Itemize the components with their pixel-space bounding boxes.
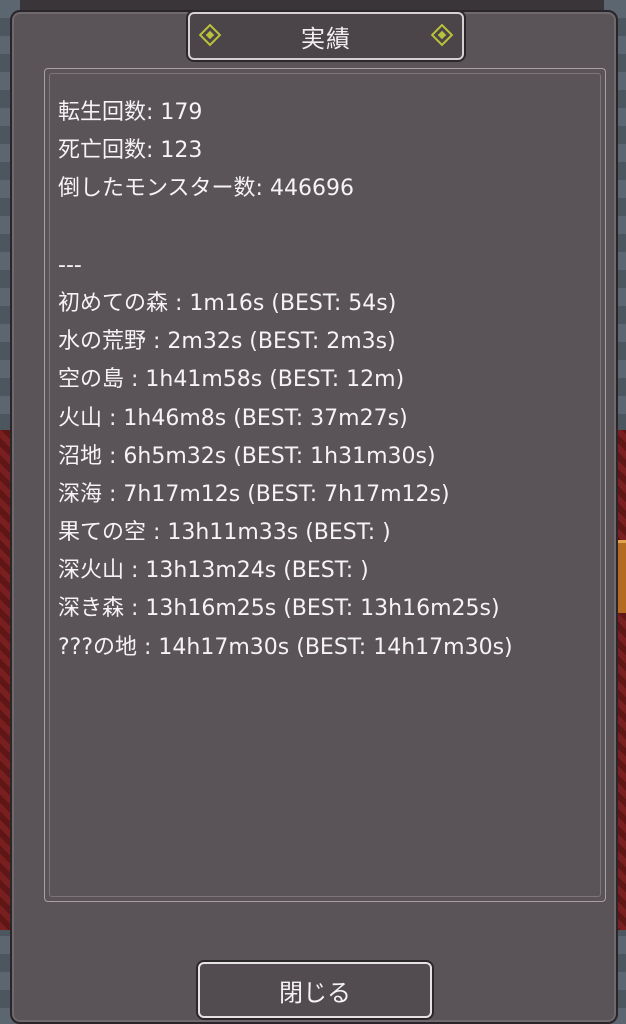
diamond-ornament-icon: [198, 23, 222, 47]
area-time-row: 沼地 : 6h5m32s (BEST: 1h31m30s): [58, 443, 436, 469]
area-time-row: 深火山 : 13h13m24s (BEST: ): [58, 558, 369, 584]
area-time-row: 初めての森 : 1m16s (BEST: 54s): [58, 290, 397, 316]
area-time-row: 深海 : 7h17m12s (BEST: 7h17m12s): [58, 481, 450, 507]
monsters-defeated-count: 倒したモンスター数: 446696: [58, 176, 354, 202]
diamond-ornament-icon: [430, 23, 454, 47]
reincarnation-count: 転生回数: 179: [58, 100, 203, 125]
area-time-row: 深き森 : 13h16m25s (BEST: 13h16m25s): [58, 596, 500, 622]
close-button[interactable]: 閉じる: [198, 962, 432, 1018]
area-time-row: 火山 : 1h46m8s (BEST: 37m27s): [58, 405, 408, 431]
death-count: 死亡回数: 123: [58, 138, 203, 164]
stats-list: 転生回数: 179 死亡回数: 123 倒したモンスター数: 446696 --…: [58, 94, 598, 667]
achievements-dialog: 実績 転生回数: 179 死亡回数: 123 倒したモンスター数: 446696…: [10, 10, 618, 1024]
area-time-row: ???の地 : 14h17m30s (BEST: 14h17m30s): [58, 634, 513, 660]
area-time-row: 水の荒野 : 2m32s (BEST: 2m3s): [58, 329, 396, 355]
area-time-row: 果ての空 : 13h11m33s (BEST: ): [58, 520, 391, 546]
separator: ---: [58, 252, 82, 278]
area-time-row: 空の島 : 1h41m58s (BEST: 12m): [58, 367, 405, 393]
dialog-title: 実績: [301, 24, 351, 53]
dialog-title-tab: 実績: [188, 12, 464, 60]
